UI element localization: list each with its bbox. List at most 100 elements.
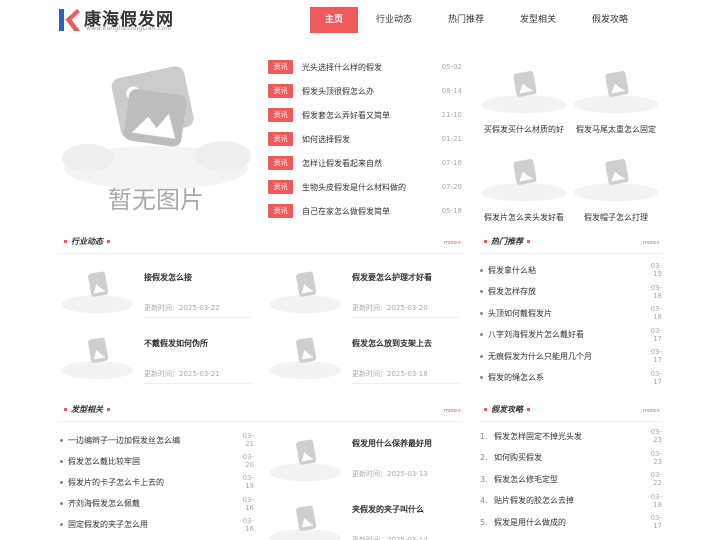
guide-item-num: 5. xyxy=(480,517,488,527)
card-title[interactable]: 假发怎么放到支架上去 xyxy=(352,338,432,349)
news-date: 08-14 xyxy=(441,87,462,95)
style-item-title[interactable]: 一边编辫子一边加假发丝怎么编 xyxy=(68,435,234,446)
news-row[interactable]: 资讯 生物头皮假发是什么材料做的 07-20 xyxy=(268,179,462,195)
card-image[interactable] xyxy=(266,432,344,488)
news-date: 11-10 xyxy=(441,111,462,119)
style-item-title[interactable]: 固定假发的夹子怎么用 xyxy=(68,519,234,530)
news-title[interactable]: 怎样让假发看起来自然 xyxy=(302,158,440,169)
card-title[interactable]: 假发用什么保养最好用 xyxy=(352,438,432,449)
thumb-caption[interactable]: 买假发买什么材质的好 xyxy=(478,124,570,135)
guide-item-date: 03-23 xyxy=(650,449,662,466)
news-row[interactable]: 资讯 怎样让假发看起来自然 07-16 xyxy=(268,155,462,171)
style-item[interactable]: 假发怎么戴比较牢固 03-20 xyxy=(60,453,254,469)
style-item-date: 03-21 xyxy=(242,432,254,448)
card-title[interactable]: 夹假发的夹子叫什么 xyxy=(352,504,424,515)
card-image[interactable] xyxy=(58,264,136,320)
style-item-date: 03-20 xyxy=(242,453,254,470)
hot-item-title[interactable]: 头顶如何戴假发片 xyxy=(488,308,642,319)
featured-image[interactable]: 暂无图片 xyxy=(58,58,254,220)
card-image[interactable] xyxy=(266,498,344,540)
hot-item-title[interactable]: 假发的绳怎么系 xyxy=(488,372,642,383)
card-title[interactable]: 不戴假发如何伪所 xyxy=(144,338,208,349)
card-image[interactable] xyxy=(266,330,344,386)
style-item-title[interactable]: 齐刘海假发怎么佩戴 xyxy=(68,498,234,509)
card-time: 更新时间：2025-03-13 xyxy=(352,536,428,540)
style-item-title[interactable]: 假发怎么戴比较牢固 xyxy=(68,456,234,467)
news-title[interactable]: 假发头顶很假怎么办 xyxy=(302,86,440,97)
hot-item[interactable]: 八字刘海假发片怎么戴好看 03-17 xyxy=(480,327,662,343)
card-image[interactable] xyxy=(58,330,136,386)
section-industry-title: 行业动态 xyxy=(60,236,114,247)
news-tag: 资讯 xyxy=(268,156,293,170)
hot-item-title[interactable]: 无痕假发为什么只能用几个月 xyxy=(488,351,642,362)
nav-home[interactable]: 主页 xyxy=(310,7,358,33)
card-image[interactable] xyxy=(266,264,344,320)
news-title[interactable]: 假发套怎么弄好看又简单 xyxy=(302,110,440,121)
section-hot-more[interactable]: more+ xyxy=(643,240,660,246)
guide-item[interactable]: 1. 假发怎样固定不掉光头发 03-23 xyxy=(480,428,662,444)
news-row[interactable]: 资讯 假发套怎么弄好看又简单 11-10 xyxy=(268,107,462,123)
hot-item-date: 03-17 xyxy=(650,348,662,364)
card-title[interactable]: 接假发怎么接 xyxy=(144,272,192,283)
news-row[interactable]: 资讯 如何选择假发 01-21 xyxy=(268,131,462,147)
news-title[interactable]: 如何选择假发 xyxy=(302,134,440,145)
style-item[interactable]: 假发片的卡子怎么卡上去的 03-19 xyxy=(60,474,254,490)
guide-item[interactable]: 4. 贴片假发的胶怎么去掉 03-18 xyxy=(480,493,662,509)
news-date: 05-02 xyxy=(441,63,462,71)
guide-item[interactable]: 3. 假发怎么修毛定型 03-22 xyxy=(480,471,662,487)
card-title[interactable]: 假发要怎么护理才好看 xyxy=(352,272,432,283)
guide-item-num: 2. xyxy=(480,453,488,462)
style-item-date: 03-16 xyxy=(242,516,254,533)
news-row[interactable]: 资讯 自己在家怎么做假发简单 05-18 xyxy=(268,203,462,219)
news-title[interactable]: 光头选择什么样的假发 xyxy=(302,62,440,73)
news-row[interactable]: 资讯 假发头顶很假怎么办 08-14 xyxy=(268,83,462,99)
section-style-more[interactable]: more+ xyxy=(444,408,461,414)
style-item-title[interactable]: 假发片的卡子怎么卡上去的 xyxy=(68,477,234,488)
nav-industry[interactable]: 行业动态 xyxy=(358,7,430,33)
thumb-image[interactable] xyxy=(570,152,662,208)
style-item[interactable]: 一边编辫子一边加假发丝怎么编 03-21 xyxy=(60,432,254,448)
section-industry-more[interactable]: more+ xyxy=(444,240,461,246)
guide-item-date: 03-18 xyxy=(650,492,662,509)
guide-item[interactable]: 5. 假发是用什么做成的 03-17 xyxy=(480,514,662,530)
thumb-caption[interactable]: 假发帽子怎么打理 xyxy=(570,212,662,223)
news-date: 05-18 xyxy=(441,207,462,215)
thumb-image[interactable] xyxy=(478,152,570,208)
hot-item[interactable]: 假发拿什么粘 03-19 xyxy=(480,262,662,278)
nav-hot[interactable]: 热门推荐 xyxy=(430,7,502,33)
guide-item[interactable]: 2. 如何购买假发 03-23 xyxy=(480,450,662,466)
section-guide-more[interactable]: more+ xyxy=(643,408,660,414)
section-hot-title: 热门推荐 xyxy=(480,236,534,247)
news-tag: 资讯 xyxy=(268,132,293,146)
news-tag: 资讯 xyxy=(268,60,293,74)
guide-item-title[interactable]: 假发是用什么做成的 xyxy=(494,517,642,528)
guide-item-title[interactable]: 假发怎么修毛定型 xyxy=(494,474,642,485)
news-title[interactable]: 自己在家怎么做假发简单 xyxy=(302,206,440,217)
nav-style[interactable]: 发型相关 xyxy=(502,7,574,33)
thumb-caption[interactable]: 假发马尾太重怎么固定 xyxy=(570,124,662,135)
style-item[interactable]: 齐刘海假发怎么佩戴 03-16 xyxy=(60,496,254,512)
guide-item-date: 03-17 xyxy=(650,514,662,530)
style-item[interactable]: 固定假发的夹子怎么用 03-16 xyxy=(60,517,254,533)
hot-item[interactable]: 假发怎样存放 03-18 xyxy=(480,284,662,300)
news-title[interactable]: 生物头皮假发是什么材料做的 xyxy=(302,182,440,193)
hot-item[interactable]: 假发的绳怎么系 03-17 xyxy=(480,370,662,386)
thumb-image[interactable] xyxy=(478,64,570,120)
news-row[interactable]: 资讯 光头选择什么样的假发 05-02 xyxy=(268,59,462,75)
hot-item-title[interactable]: 八字刘海假发片怎么戴好看 xyxy=(488,329,642,340)
guide-item-title[interactable]: 贴片假发的胶怎么去掉 xyxy=(494,495,642,506)
thumb-caption[interactable]: 假发片怎么夹头发好看 xyxy=(478,212,570,223)
news-tag: 资讯 xyxy=(268,180,293,194)
nav-guide[interactable]: 假发攻略 xyxy=(574,7,646,33)
no-image-text: 暂无图片 xyxy=(108,186,204,214)
guide-item-title[interactable]: 假发怎样固定不掉光头发 xyxy=(494,431,642,442)
hot-item[interactable]: 无痕假发为什么只能用几个月 03-17 xyxy=(480,348,662,364)
guide-item-title[interactable]: 如何购买假发 xyxy=(494,452,642,463)
hot-item-title[interactable]: 假发怎样存放 xyxy=(488,286,642,297)
hot-item[interactable]: 头顶如何戴假发片 03-18 xyxy=(480,305,662,321)
hot-item-title[interactable]: 假发拿什么粘 xyxy=(488,265,642,276)
style-item-date: 03-16 xyxy=(242,495,254,512)
thumb-image[interactable] xyxy=(570,64,662,120)
hot-item-date: 03-18 xyxy=(650,305,662,321)
site-url: www.kanghairongLian.com xyxy=(86,25,172,32)
